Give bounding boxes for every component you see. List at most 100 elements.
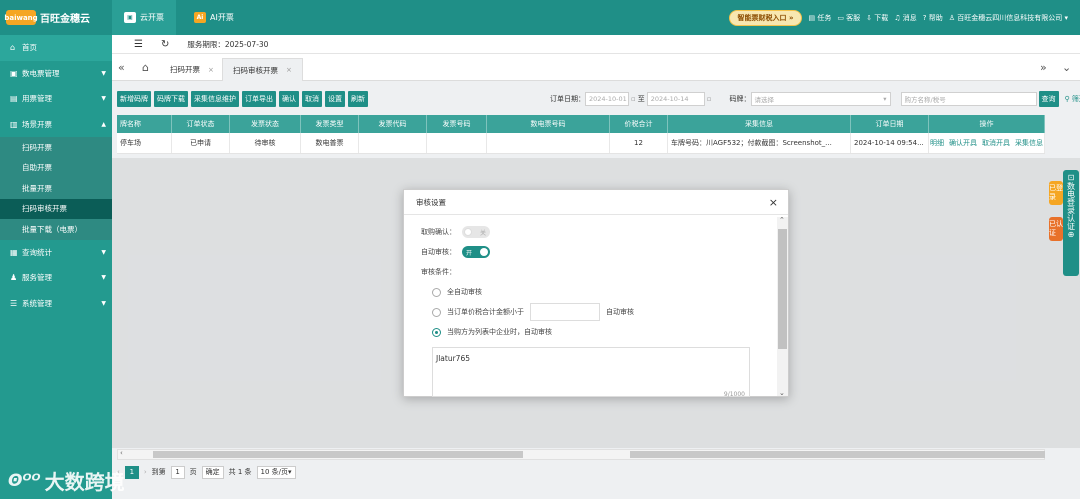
table-row[interactable]: 停车场 已申请 待审核 数电普票 12 车牌号码：川AGF532；付款截图：Sc…: [117, 133, 1045, 154]
brand-logo[interactable]: baiwang 百旺金穗云: [0, 0, 112, 35]
top-tab-cloud-invoice[interactable]: ▣ 云开票: [112, 0, 176, 35]
date-start-input[interactable]: 2024-10-01: [585, 92, 629, 106]
tab-scan-invoice[interactable]: 扫码开票 ×: [160, 58, 224, 81]
column-header[interactable]: 发票号码: [427, 115, 487, 133]
digital-login-button[interactable]: ⊡ 数电登录认证 ⊕: [1063, 170, 1079, 276]
sidebar-item-service-mgmt[interactable]: ♟ 服务管理 ▼: [0, 265, 112, 291]
collect-info-button[interactable]: 采集信息维护: [191, 91, 239, 107]
column-header[interactable]: 数电票号码: [487, 115, 610, 133]
column-header[interactable]: 订单日期: [851, 115, 929, 133]
chevron-down-icon: ▼: [101, 69, 106, 77]
scrollbar-thumb[interactable]: [153, 451, 523, 458]
home-tab-icon[interactable]: ⌂: [142, 61, 149, 74]
horizontal-scrollbar[interactable]: ‹: [117, 449, 1045, 460]
sidebar-item-ticket-mgmt[interactable]: ▤ 用票管理 ▼: [0, 86, 112, 112]
export-order-button[interactable]: 订单导出: [242, 91, 276, 107]
dialog-scrollbar[interactable]: ⌃ ⌄: [777, 216, 788, 397]
date-end-input[interactable]: 2024-10-14: [646, 92, 705, 106]
sidebar-subitem-scan-audit[interactable]: 扫码审核开票: [0, 198, 112, 219]
tab-label: 扫码开票: [170, 65, 200, 74]
smart-tax-entry-button[interactable]: 智能票财税入口 »: [728, 9, 803, 26]
settings-button[interactable]: 设置: [325, 91, 345, 107]
task-link[interactable]: ▤ 任务: [808, 13, 831, 23]
auto-audit-toggle[interactable]: 开: [462, 246, 490, 258]
sidebar-item-invoice-mgmt[interactable]: ▣ 数电票管理 ▼: [0, 61, 112, 87]
scrollbar-thumb[interactable]: [630, 451, 1045, 458]
prev-page-button[interactable]: ‹: [117, 468, 120, 476]
buy-confirm-toggle[interactable]: 关: [462, 226, 490, 238]
sidebar-item-system-mgmt[interactable]: ☰ 系统管理 ▼: [0, 291, 112, 317]
calendar-icon[interactable]: ▫: [707, 95, 712, 103]
scroll-up-icon[interactable]: ⌃: [779, 216, 785, 224]
page-tabs: « ⌂ 扫码开票 × 扫码审核开票 × » ⌄: [112, 54, 1080, 81]
buyer-list-textarea[interactable]: Jlatur765 9/1000: [432, 347, 750, 398]
cancel-button[interactable]: 取消: [302, 91, 322, 107]
dialog-body: 取购确认： 关 自动审核： 开 审核条件： 全自动审核 当订单价税合计金额小于 …: [421, 222, 634, 342]
code-select[interactable]: 请选择 ▾: [750, 92, 891, 106]
tabs-scroll-right-icon[interactable]: »: [1040, 61, 1047, 74]
page-number-input[interactable]: 1: [170, 465, 185, 479]
option-full-auto[interactable]: 全自动审核: [421, 282, 634, 302]
column-header[interactable]: 发票代码: [359, 115, 427, 133]
column-header[interactable]: 操作: [929, 115, 1045, 133]
sidebar-subitem-scan-invoice[interactable]: 扫码开票: [0, 137, 112, 158]
refresh-button[interactable]: 刷新: [348, 91, 368, 107]
sidebar-subitem-batch-invoice[interactable]: 批量开票: [0, 178, 112, 199]
scroll-left-icon[interactable]: ‹: [120, 449, 123, 457]
detail-link[interactable]: 明细: [930, 138, 944, 148]
close-icon[interactable]: ×: [286, 66, 292, 74]
confirm-issue-link[interactable]: 确认开具: [949, 138, 977, 148]
add-code-button[interactable]: 新增码牌: [117, 91, 151, 107]
option-amount-less[interactable]: 当订单价税合计金额小于 自动审核: [421, 302, 634, 322]
option-buyer-list[interactable]: 当购方为列表中企业时，自动审核: [421, 322, 634, 342]
logged-in-badge[interactable]: 已登录: [1049, 181, 1063, 205]
page-unit: 页: [189, 468, 197, 476]
close-icon[interactable]: ×: [208, 66, 214, 74]
top-tab-ai-invoice[interactable]: Ai AI开票: [182, 0, 246, 35]
search-button[interactable]: 查询: [1038, 91, 1059, 107]
column-header[interactable]: 发票状态: [230, 115, 301, 133]
sidebar-item-home[interactable]: ⌂ 首页: [0, 35, 112, 61]
message-link[interactable]: ♫ 消息: [894, 13, 917, 23]
radio-full-auto[interactable]: [432, 287, 441, 297]
filter-button[interactable]: ⚲ 筛选: [1065, 94, 1080, 104]
buyer-search-input[interactable]: 购方名称/税号: [900, 92, 1037, 106]
column-header[interactable]: 发票类型: [301, 115, 359, 133]
collect-info-link[interactable]: 采集信息: [1015, 138, 1043, 148]
chevron-down-icon[interactable]: ⌄: [1062, 61, 1071, 74]
option-label: 全自动审核: [447, 288, 482, 296]
sidebar-subitem-batch-download[interactable]: 批量下载（电票）: [0, 219, 112, 240]
sidebar-subitem-self-invoice[interactable]: 自助开票: [0, 158, 112, 179]
service-link[interactable]: ▭ 客服: [837, 13, 860, 23]
calendar-icon[interactable]: ▫: [631, 95, 636, 103]
radio-amount-less[interactable]: [432, 307, 441, 317]
close-icon[interactable]: ×: [769, 196, 778, 209]
certified-badge[interactable]: 已认证: [1049, 217, 1063, 241]
download-code-button[interactable]: 码牌下载: [154, 91, 188, 107]
cancel-issue-link[interactable]: 取消开具: [982, 138, 1010, 148]
column-header[interactable]: 采集信息: [668, 115, 851, 133]
help-link[interactable]: ? 帮助: [923, 13, 943, 23]
logo-mark: baiwang: [4, 10, 38, 25]
column-header[interactable]: 牌名称: [117, 115, 172, 133]
scrollbar-thumb[interactable]: [778, 229, 787, 349]
column-header[interactable]: 价税合计: [610, 115, 668, 133]
next-page-button[interactable]: ›: [144, 468, 147, 476]
amount-input[interactable]: [530, 303, 600, 321]
radio-buyer-list[interactable]: [432, 327, 441, 337]
menu-toggle-icon[interactable]: ☰: [134, 39, 143, 50]
chevron-up-icon: ▲: [101, 120, 106, 128]
company-dropdown[interactable]: ♙ 百旺金穗云四川信息科技有限公司 ▾: [949, 13, 1068, 23]
sidebar-item-scene-invoice[interactable]: ▥ 场景开票 ▲: [0, 112, 112, 138]
confirm-button[interactable]: 确认: [279, 91, 299, 107]
scroll-down-icon[interactable]: ⌄: [779, 389, 785, 397]
goto-confirm-button[interactable]: 确定: [201, 465, 224, 479]
tab-scan-audit[interactable]: 扫码审核开票 ×: [222, 58, 303, 81]
sidebar-item-query-stats[interactable]: ▦ 查询统计 ▼: [0, 240, 112, 266]
page-size-select[interactable]: 10 条/页 ▾: [256, 465, 296, 479]
page-button[interactable]: 1: [124, 465, 139, 479]
column-header[interactable]: 订单状态: [172, 115, 230, 133]
refresh-icon[interactable]: ↻: [161, 39, 169, 50]
tabs-scroll-left-icon[interactable]: «: [118, 61, 125, 74]
download-link[interactable]: ⇩ 下载: [866, 13, 888, 23]
